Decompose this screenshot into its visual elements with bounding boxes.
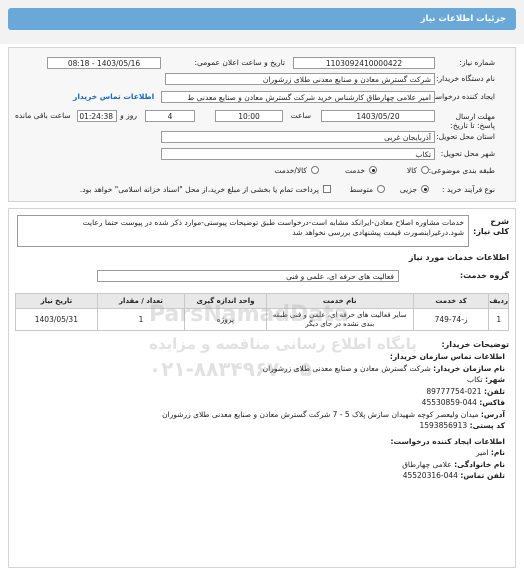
buyer-phone-label: تلفن: [483,386,505,396]
remaining-label: ساعت باقی مانده [15,111,71,120]
creator-field: امیر علامی چهارطاق کارشناس خرید شرکت گست… [161,91,435,103]
category-radio-goods-service[interactable] [311,166,319,174]
creator-name-value: امیر [475,448,489,457]
buyer-postal-value: 1593856913 [419,421,468,430]
buyer-city-value: تکاب [467,375,483,384]
buyer-contact-title: اطلاعات تماس سازمان خریدار: [389,352,505,361]
buyer-fax-label: فاکس: [479,398,505,407]
category-radio-service[interactable] [369,166,377,174]
days-field: 4 [145,110,195,122]
days-label: روز و [120,111,137,120]
table-row: 1 ز-74-749 سایر فعالیت های حرفه ای، علمی… [15,308,509,331]
announce-field: 1403/05/16 - 08:18 [47,57,161,69]
buyer-label: نام دستگاه خریدار: [435,74,495,83]
column-header-code: کد خدمت [412,293,490,309]
column-header-qty: تعداد / مقدار [96,293,186,309]
column-header-name: نام خدمت [265,293,414,309]
creator-phone-value: 044-45520316 [402,471,458,480]
cell-unit: پروژه [184,308,267,331]
purchase-radio-minor[interactable] [421,185,429,193]
category-option-service: خدمت [345,166,365,175]
province-label: استان محل تحویل: [436,132,495,141]
purchase-radio-medium[interactable] [377,185,385,193]
deadline-date-field: 1403/05/20 [321,110,435,122]
description-box: خدمات مشاوره اصلاح معادن-ایرانکد مشابه ا… [17,215,469,247]
details-panel: شرح کلی نیاز: خدمات مشاوره اصلاح معادن-ا… [8,208,516,568]
page-title: جزئیات اطلاعات نیاز [8,8,516,30]
buyer-contact-link[interactable]: اطلاعات تماس خریدار [73,92,154,101]
buyer-fax-value: 044-45530859 [421,398,477,407]
buyer-address-label: آدرس: [480,409,505,419]
need-info-panel: شماره نیاز: 1103092410000422 تاریخ و ساع… [8,47,516,202]
payment-note: پرداخت تمام یا بخشی از مبلغ خرید،از محل … [79,185,319,194]
org-value: شرکت گسترش معادن و صنایع معدنی طلای زرشو… [262,363,431,373]
purchase-option-minor: جزیی [399,185,417,194]
buyer-address-value: میدان ولیعصر کوچه شهیدان سازش پلاک 5 - 7… [162,409,479,419]
buyer-contact-block: اطلاعات تماس سازمان خریدار: نام سازمان خ… [162,351,505,482]
remaining-time-field: 01:24:38 [77,110,117,122]
announce-label: تاریخ و ساعت اعلان عمومی: [194,58,285,67]
creator-family-value: علامی چهارطاق [402,459,452,469]
cell-date: 1403/05/31 [15,308,98,331]
column-header-index: ردیف [488,293,509,309]
description-label: شرح کلی نیاز: [473,217,509,236]
buyer-phone-value: 021-89777754 [426,386,482,396]
deadline-label: مهلت ارسال پاسخ: تا تاریخ: [450,112,495,130]
deadline-time-label: ساعت [290,111,311,120]
buyer-city-label: شهر: [485,375,505,384]
org-label: نام سازمان خریدار: [433,363,505,373]
column-header-unit: واحد اندازه گیری [184,293,267,309]
cell-code: ز-74-749 [412,308,490,331]
buyer-postal-label: کد پستی: [469,421,505,430]
purchase-type-label: نوع فرآیند خرید : [441,185,495,194]
treasury-checkbox[interactable] [323,185,331,193]
creator-contact-title: اطلاعات ایجاد کننده درخواست: [390,436,506,446]
province-field: آذربایجان غربی [161,131,435,143]
buyer-field: شرکت گسترش معادن و صنایع معدنی طلای زرشو… [165,73,435,85]
need-number-label: شماره نیاز: [459,58,495,67]
category-option-goods: کالا [406,166,417,175]
category-option-goods-service: کالا/خدمت [274,166,307,175]
creator-label: ایجاد کننده درخواست: [425,92,495,101]
need-number-field: 1103092410000422 [293,57,435,69]
category-label: طبقه بندی موضوعی: [428,166,495,175]
services-title: اطلاعات خدمات مورد نیاز [408,253,509,262]
cell-name: سایر فعالیت های حرفه ای، علمی و فنی طبقه… [265,308,414,331]
creator-name-label: نام: [490,448,505,457]
header-bar: جزئیات اطلاعات نیاز [0,0,524,44]
deadline-time-field: 10:00 [215,110,283,122]
buyer-notes-label: توضیحات خریدار: [441,340,509,349]
city-label: شهر محل تحویل: [440,149,495,158]
service-group-field: فعالیت های حرفه ای، علمی و فنی [97,270,399,282]
purchase-option-medium: متوسط [349,185,373,194]
creator-family-label: نام خانوادگی: [454,459,505,469]
cell-qty: 1 [96,308,186,331]
table-header-row: ردیف کد خدمت نام خدمت واحد اندازه گیری ت… [15,293,509,309]
cell-index: 1 [488,308,509,331]
services-table: ردیف کد خدمت نام خدمت واحد اندازه گیری ت… [15,293,509,331]
city-field: تکاب [161,148,435,160]
creator-phone-label: تلفن تماس: [460,471,505,480]
category-radio-goods[interactable] [421,166,429,174]
service-group-label: گروه خدمت: [459,271,509,280]
column-header-date: تاریخ نیاز [15,293,98,309]
